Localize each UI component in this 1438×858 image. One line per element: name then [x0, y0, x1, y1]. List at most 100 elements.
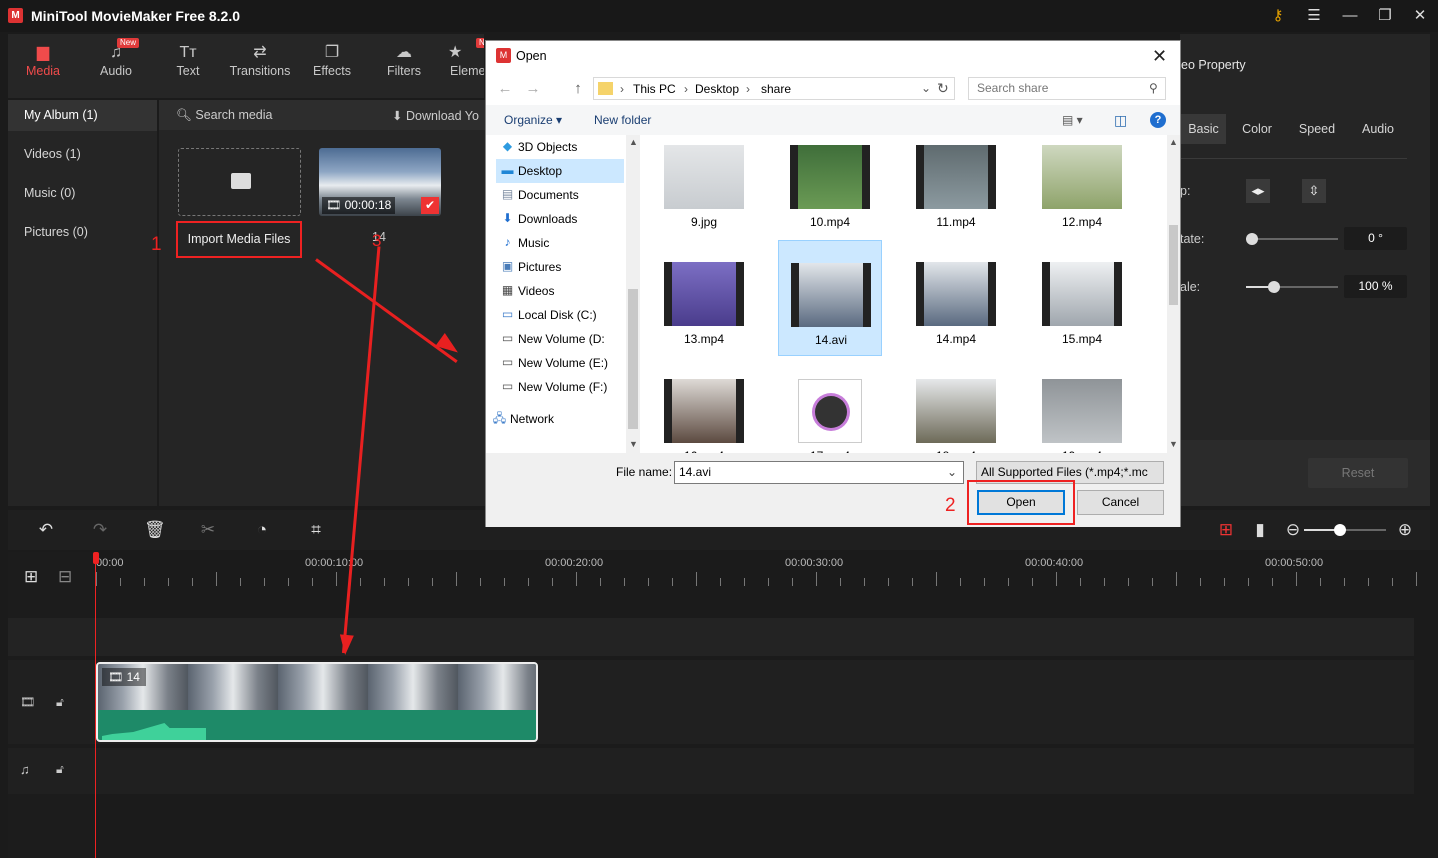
nav-item-music[interactable]: ♪ Music	[496, 231, 624, 255]
chevron-down-icon[interactable]: ⌄	[947, 462, 957, 483]
file-item[interactable]: 14.avi	[778, 240, 882, 356]
nav-item-network[interactable]: 🖧︎ Network	[488, 407, 616, 431]
rotate-value[interactable]: 0 °	[1344, 227, 1407, 250]
zoom-out-icon[interactable]: ⊖	[1283, 520, 1303, 540]
preview-pane-icon[interactable]: ◫	[1114, 112, 1127, 129]
reset-button[interactable]: Reset	[1308, 458, 1408, 488]
menu-icon[interactable]: ☰	[1304, 6, 1324, 26]
address-bar[interactable]: › This PC › Desktop › share ⌄ ↻	[593, 77, 955, 100]
zoom-in-icon[interactable]: ⊕	[1395, 520, 1415, 540]
flip-vertical-icon[interactable]: ⇳	[1302, 179, 1326, 203]
file-item[interactable]: 16.mp4	[652, 357, 756, 453]
tab-transitions[interactable]: ⇄ Transitions	[225, 34, 295, 98]
tab-basic[interactable]: Basic	[1181, 114, 1226, 144]
help-icon[interactable]: ?	[1150, 112, 1166, 128]
zoom-slider-knob[interactable]	[1334, 524, 1346, 536]
sidebar-item-music[interactable]: Music (0)	[8, 178, 157, 209]
back-icon[interactable]: ←	[496, 80, 514, 98]
scroll-thumb[interactable]	[1169, 225, 1178, 305]
snap-icon[interactable]: ⊞	[1216, 520, 1236, 540]
tab-audio-props[interactable]: Audio	[1350, 114, 1406, 144]
remove-track-icon[interactable]: ⊟	[58, 567, 78, 587]
sidebar-item-videos[interactable]: Videos (1)	[8, 139, 157, 170]
add-track-icon[interactable]: ⊞	[24, 567, 44, 587]
nav-scrollbar[interactable]: ▲ ▼	[626, 135, 640, 453]
tab-elements[interactable]: N ★ Eleme	[438, 34, 484, 98]
rotate-slider-knob[interactable]	[1246, 233, 1258, 245]
forward-icon[interactable]: →	[524, 80, 542, 98]
rotate-slider[interactable]	[1246, 238, 1338, 240]
scale-slider[interactable]	[1246, 286, 1338, 288]
nav-item-pictures[interactable]: ▣ Pictures	[496, 255, 624, 279]
file-item[interactable]: 13.mp4	[652, 240, 756, 356]
tab-speed[interactable]: Speed	[1288, 114, 1346, 144]
file-item[interactable]: 10.mp4	[778, 135, 882, 239]
file-item[interactable]: 14.mp4	[904, 240, 1008, 356]
timeline-clip[interactable]: 🎞︎ 14	[96, 662, 538, 742]
file-item[interactable]: 19.mp4	[1030, 357, 1134, 453]
breadcrumb-desktop[interactable]: Desktop	[695, 82, 739, 96]
nav-item-documents[interactable]: ▤ Documents	[496, 183, 624, 207]
maximize-icon[interactable]: ❐	[1375, 6, 1395, 26]
scroll-thumb[interactable]	[628, 289, 638, 429]
tab-filters[interactable]: ☁ Filters	[369, 34, 439, 98]
lock-icon[interactable]: 🔓︎	[56, 762, 64, 777]
key-icon[interactable]: ⚷	[1268, 6, 1288, 26]
playhead-handle[interactable]	[93, 552, 99, 564]
tab-text[interactable]: Tт Text	[153, 34, 223, 98]
organize-button[interactable]: Organize ▾	[504, 113, 562, 127]
speed-icon[interactable]: ◔	[252, 520, 272, 540]
file-item[interactable]: 18.mp4	[904, 357, 1008, 453]
refresh-icon[interactable]: ↻	[937, 80, 949, 97]
scale-value[interactable]: 100 %	[1344, 275, 1407, 298]
nav-item-new-volume-f[interactable]: ▭ New Volume (F:)	[496, 375, 624, 399]
file-item[interactable]: 9.jpg	[652, 135, 756, 239]
nav-item-3d-objects[interactable]: ◆ 3D Objects	[496, 135, 624, 159]
nav-item-new-volume-d[interactable]: ▭ New Volume (D:	[496, 327, 624, 351]
tab-audio[interactable]: New ♫ Audio	[81, 34, 151, 98]
file-item[interactable]: 11.mp4	[904, 135, 1008, 239]
close-icon[interactable]: ✕	[1410, 6, 1430, 26]
lock-icon[interactable]: 🔓︎	[56, 695, 64, 710]
breadcrumb-this-pc[interactable]: This PC	[633, 82, 676, 96]
dialog-close-icon[interactable]: ✕	[1152, 46, 1167, 67]
scroll-down-icon[interactable]: ▼	[629, 439, 638, 449]
scroll-up-icon[interactable]: ▲	[629, 137, 638, 147]
fit-icon[interactable]: ▮	[1250, 520, 1270, 540]
file-scrollbar[interactable]: ▲ ▼	[1167, 135, 1180, 453]
nav-item-new-volume-e[interactable]: ▭ New Volume (E:)	[496, 351, 624, 375]
file-item[interactable]: 12.mp4	[1030, 135, 1134, 239]
sidebar-item-pictures[interactable]: Pictures (0)	[8, 217, 157, 248]
view-options-icon[interactable]: ▤ ▾	[1062, 113, 1083, 127]
playhead[interactable]	[95, 552, 96, 858]
split-icon[interactable]: ✂	[198, 520, 218, 540]
cancel-button[interactable]: Cancel	[1077, 490, 1164, 515]
breadcrumb-share[interactable]: share	[761, 82, 791, 96]
crop-icon[interactable]: ⌗	[306, 520, 326, 540]
download-media-button[interactable]: ⬇ Download Yo	[392, 108, 484, 123]
flip-horizontal-icon[interactable]: ◂▸	[1246, 179, 1270, 203]
scale-slider-knob[interactable]	[1267, 281, 1280, 293]
sidebar-item-my-album[interactable]: My Album (1)	[8, 100, 157, 131]
tab-media[interactable]: ▆ Media	[8, 34, 78, 98]
file-item[interactable]: 15.mp4	[1030, 240, 1134, 356]
file-item[interactable]: 17.mp4	[778, 357, 882, 453]
nav-item-downloads[interactable]: ⬇ Downloads	[496, 207, 624, 231]
file-name-input[interactable]: 14.avi ⌄	[674, 461, 964, 484]
nav-item-local-disk-c[interactable]: ▭ Local Disk (C:)	[496, 303, 624, 327]
undo-icon[interactable]: ↶	[36, 520, 56, 540]
import-media-button[interactable]	[178, 148, 301, 216]
minimize-icon[interactable]: —	[1340, 6, 1360, 26]
delete-icon[interactable]: 🗑︎	[144, 520, 166, 540]
search-input[interactable]: Search share ⚲	[968, 77, 1166, 100]
scroll-up-icon[interactable]: ▲	[1169, 137, 1178, 147]
search-media[interactable]: 🔍︎ Search media	[176, 108, 272, 123]
nav-item-desktop[interactable]: ▬ Desktop	[496, 159, 624, 183]
new-folder-button[interactable]: New folder	[594, 113, 651, 127]
up-icon[interactable]: ↑	[569, 80, 587, 98]
import-media-label[interactable]: Import Media Files	[176, 221, 302, 258]
redo-icon[interactable]: ↷	[90, 520, 110, 540]
chevron-down-icon[interactable]: ⌄	[921, 81, 931, 95]
tab-effects[interactable]: ❐ Effects	[297, 34, 367, 98]
nav-item-videos[interactable]: ▦ Videos	[496, 279, 624, 303]
